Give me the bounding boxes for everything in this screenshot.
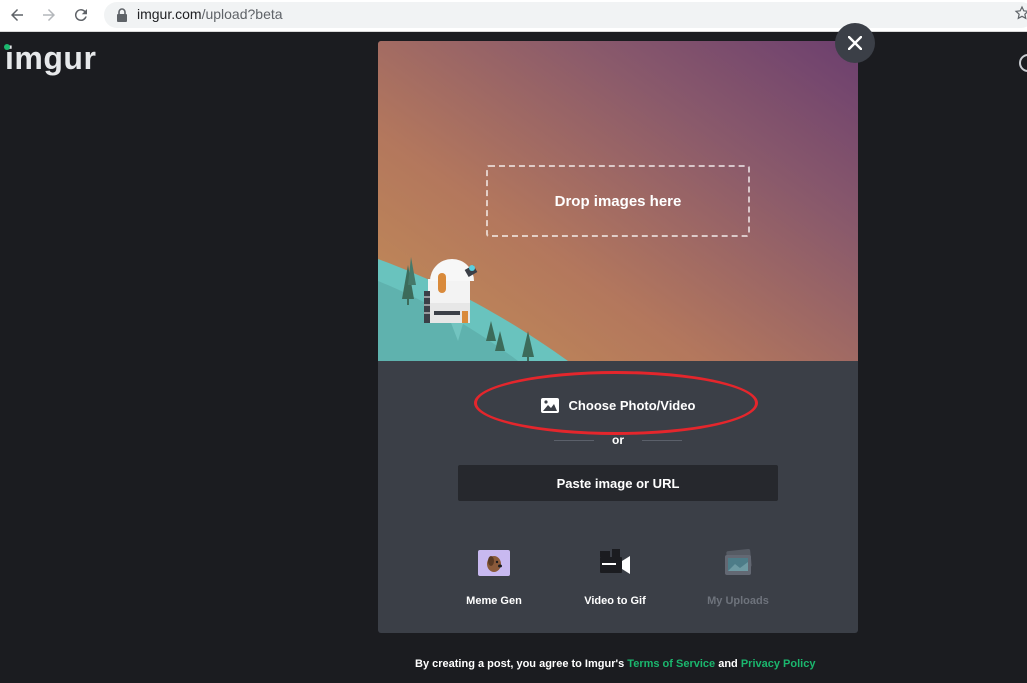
video-camera-icon bbox=[600, 549, 630, 574]
reload-button[interactable] bbox=[69, 4, 93, 26]
meme-gen-icon bbox=[478, 550, 510, 576]
paste-image-url-label: Paste image or URL bbox=[556, 475, 680, 491]
my-uploads-label: My Uploads bbox=[707, 595, 769, 607]
or-label: or bbox=[612, 433, 624, 447]
privacy-policy-link[interactable]: Privacy Policy bbox=[741, 658, 816, 670]
close-modal-button[interactable] bbox=[835, 23, 875, 63]
choose-photo-video-button[interactable]: Choose Photo/Video bbox=[526, 387, 710, 423]
terms-prefix: By creating a post, you agree to Imgur's bbox=[415, 658, 625, 670]
back-button[interactable] bbox=[5, 4, 29, 26]
url-path: /upload?beta bbox=[201, 6, 283, 22]
arrow-right-icon bbox=[43, 9, 55, 21]
or-divider: or bbox=[554, 433, 682, 449]
arrow-left-icon bbox=[11, 9, 23, 21]
reload-icon bbox=[74, 9, 87, 22]
logo-dot bbox=[4, 44, 10, 50]
lock-icon bbox=[117, 8, 127, 22]
close-icon bbox=[848, 36, 862, 50]
upload-hero: Drop images here bbox=[378, 41, 858, 361]
bookmark-star-icon[interactable] bbox=[1014, 5, 1027, 21]
upload-modal: Drop images here Choose Photo/Video or P… bbox=[378, 41, 858, 633]
my-uploads-tool[interactable]: My Uploads bbox=[683, 549, 793, 613]
imgur-logo[interactable]: imgur bbox=[5, 40, 96, 77]
terms-and: and bbox=[718, 658, 738, 670]
meme-gen-label: Meme Gen bbox=[466, 595, 522, 607]
browser-toolbar: imgur.com/upload?beta bbox=[0, 0, 1027, 32]
chat-bubble-icon[interactable] bbox=[1018, 52, 1027, 76]
url-text: imgur.com/upload?beta bbox=[137, 6, 283, 22]
paste-image-url-button[interactable]: Paste image or URL bbox=[458, 465, 778, 501]
drop-zone-label: Drop images here bbox=[554, 192, 682, 210]
terms-of-service-link[interactable]: Terms of Service bbox=[627, 658, 715, 670]
terms-notice: By creating a post, you agree to Imgur's… bbox=[415, 658, 815, 670]
video-to-gif-label: Video to Gif bbox=[584, 595, 646, 607]
photo-stack-icon bbox=[725, 549, 752, 575]
meme-gen-tool[interactable]: Meme Gen bbox=[439, 549, 549, 613]
url-host: imgur.com bbox=[137, 6, 202, 22]
choose-photo-video-label: Choose Photo/Video bbox=[568, 397, 696, 413]
address-bar[interactable]: imgur.com/upload?beta bbox=[104, 2, 1027, 28]
video-to-gif-tool[interactable]: Video to Gif bbox=[560, 549, 670, 613]
forward-button[interactable] bbox=[37, 4, 61, 26]
photo-icon bbox=[540, 397, 559, 413]
drop-zone[interactable]: Drop images here bbox=[486, 165, 750, 237]
